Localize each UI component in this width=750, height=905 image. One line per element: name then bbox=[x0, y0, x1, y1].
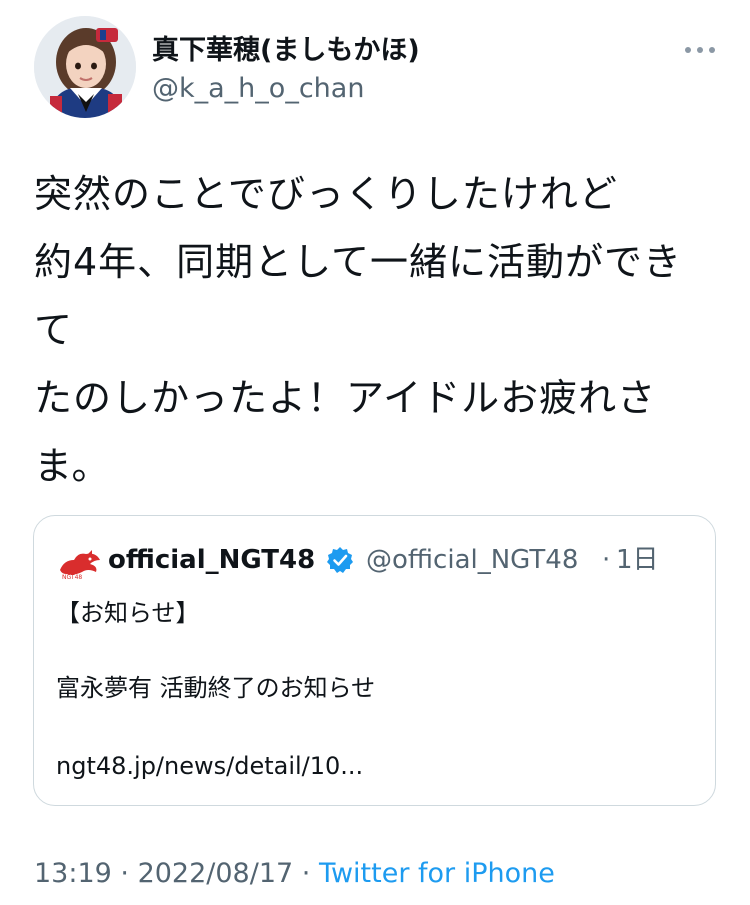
tweet-text-line: ま。 bbox=[34, 444, 111, 488]
tweet-time: 13:19 bbox=[34, 858, 112, 889]
author-handle[interactable]: @k_a_h_o_chan bbox=[152, 72, 364, 106]
quoted-separator: · bbox=[602, 545, 611, 575]
svg-text:NGT48: NGT48 bbox=[62, 574, 82, 580]
quoted-text-line: 【お知らせ】 bbox=[56, 599, 200, 627]
meta-separator: · bbox=[111, 858, 138, 889]
tweet-text-line: 突然のことでびっくりしたけれど bbox=[34, 172, 618, 216]
quoted-display-name: official_NGT48 bbox=[108, 545, 316, 575]
quoted-text-line: 富永夢有 活動終了のお知らせ bbox=[56, 674, 376, 702]
verified-badge-icon bbox=[326, 546, 354, 574]
tweet: 真下華穂(ましもかほ) @k_a_h_o_chan 突然のことでびっくりしたけれ… bbox=[0, 0, 750, 905]
ngt48-logo-icon: NGT48 bbox=[56, 546, 102, 581]
quoted-handle: @official_NGT48 bbox=[366, 545, 579, 575]
avatar[interactable] bbox=[34, 16, 136, 118]
quoted-tweet-card[interactable]: NGT48 official_NGT48 @official_NGT48 · 1… bbox=[33, 515, 716, 806]
tweet-text: 突然のことでびっくりしたけれど 約4年、同期として一緒に活動ができ て たのしか… bbox=[34, 160, 724, 500]
tweet-text-line: たのしかったよ！アイドルお疲れさ bbox=[34, 376, 657, 420]
tweet-text-line: て bbox=[34, 308, 74, 352]
tweet-source-link[interactable]: Twitter for iPhone bbox=[319, 858, 555, 889]
tweet-date: 2022/08/17 bbox=[137, 858, 294, 889]
quoted-link-text[interactable]: ngt48.jp/news/detail/10... bbox=[56, 749, 363, 783]
tweet-text-line: 約4年、同期として一緒に活動ができ bbox=[34, 240, 683, 284]
avatar-image bbox=[34, 16, 136, 118]
quoted-time: 1日 bbox=[616, 545, 659, 575]
tweet-meta: 13:19 · 2022/08/17 · Twitter for iPhone bbox=[34, 856, 555, 892]
more-horizontal-icon[interactable] bbox=[682, 40, 718, 60]
author-display-name[interactable]: 真下華穂(ましもかほ) bbox=[152, 34, 420, 68]
meta-separator: · bbox=[293, 858, 319, 889]
